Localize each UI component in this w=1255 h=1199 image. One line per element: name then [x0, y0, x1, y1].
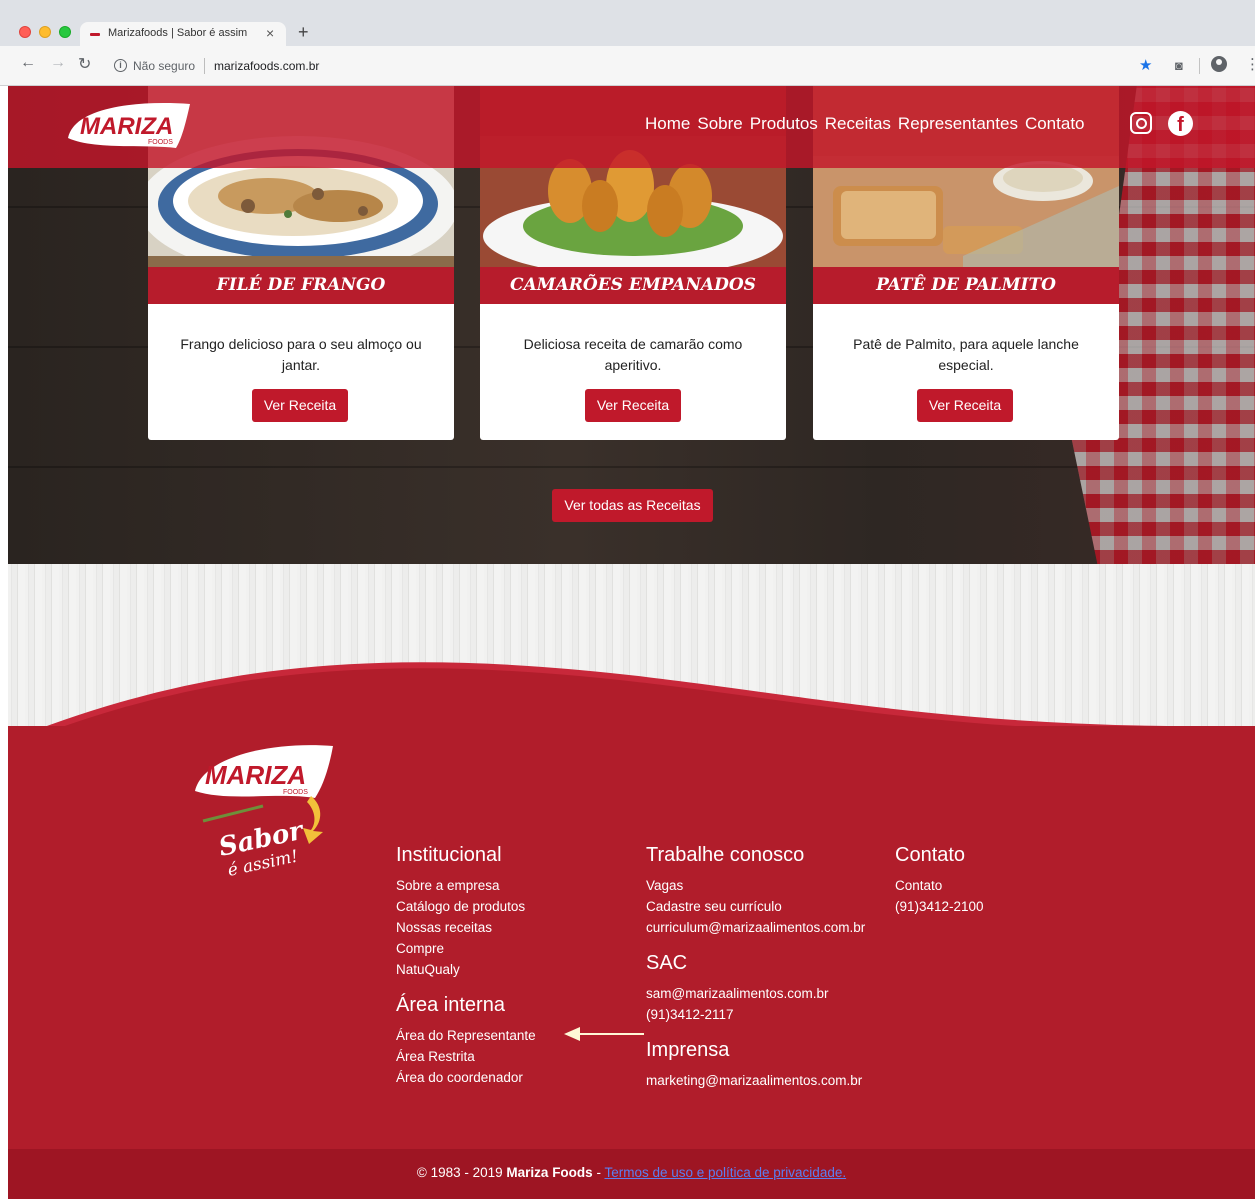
recipe-description: Patê de Palmito, para aquele lanche espe…	[853, 336, 1079, 373]
footer-heading: SAC	[646, 952, 688, 974]
info-icon[interactable]: i	[114, 59, 127, 72]
logo-text: MARIZA	[80, 113, 173, 140]
ver-todas-receitas-button[interactable]: Ver todas as Receitas	[552, 489, 713, 522]
footer-link-sac-phone[interactable]: (91)3412-2117	[646, 1004, 865, 1025]
footer-heading: Trabalhe conosco	[646, 844, 805, 866]
window-close-icon[interactable]	[19, 26, 31, 38]
tab-close-icon[interactable]: ×	[266, 25, 274, 41]
tab-title: Marizafoods | Sabor é assim	[108, 27, 248, 39]
instagram-icon[interactable]	[1130, 112, 1152, 134]
footer-col-trabalhe: Trabalhe conosco Vagas Cadastre seu curr…	[646, 844, 865, 1091]
footer-logo: MARIZA FOODS Sabor é assim!	[195, 745, 333, 881]
footer-col-contato: Contato Contato (91)3412-2100	[895, 844, 984, 917]
main-nav: Home Sobre Produtos Receitas Representan…	[645, 114, 1085, 134]
reload-icon[interactable]: ↻	[78, 54, 91, 74]
footer-link-natuqualy[interactable]: NatuQualy	[396, 959, 536, 980]
footer-link-sobre-empresa[interactable]: Sobre a empresa	[396, 875, 536, 896]
mariza-logo[interactable]: MARIZA FOODS	[64, 98, 194, 154]
recipe-title: PATÊ DE PALMITO	[813, 267, 1119, 304]
footer-heading: Área interna	[396, 994, 505, 1016]
footer-link-imprensa-email[interactable]: marketing@marizaalimentos.com.br	[646, 1070, 865, 1091]
footer-link-catalogo[interactable]: Catálogo de produtos	[396, 896, 536, 917]
logo-subtext: FOODS	[148, 139, 173, 146]
url-separator	[204, 58, 205, 74]
terms-link[interactable]: Termos de uso e política de privacidade.	[604, 1165, 846, 1180]
window-minimize-icon[interactable]	[39, 26, 51, 38]
footer-link-receitas[interactable]: Nossas receitas	[396, 917, 536, 938]
copyright-bar: © 1983 - 2019 Mariza Foods - Termos de u…	[8, 1149, 1255, 1199]
footer-link-curriculum-email[interactable]: curriculum@marizaalimentos.com.br	[646, 917, 865, 938]
security-label: Não seguro	[133, 59, 196, 73]
bookmark-star-icon[interactable]: ★	[1139, 56, 1152, 74]
back-arrow-icon[interactable]: ←	[20, 54, 36, 72]
footer-link-contato-phone[interactable]: (91)3412-2100	[895, 896, 984, 917]
footer-logo-text: MARIZA	[205, 760, 306, 790]
nav-contato[interactable]: Contato	[1025, 114, 1085, 134]
footer-link-contato[interactable]: Contato	[895, 875, 984, 896]
recipe-title: FILÉ DE FRANGO	[148, 267, 454, 304]
footer-col-institucional: Institucional Sobre a empresa Catálogo d…	[396, 844, 536, 1088]
camera-icon[interactable]: ◙	[1175, 58, 1183, 73]
copyright-dash: -	[592, 1165, 605, 1180]
nav-representantes[interactable]: Representantes	[898, 114, 1018, 134]
nav-produtos[interactable]: Produtos	[750, 114, 818, 134]
ver-receita-button[interactable]: Ver Receita	[917, 389, 1013, 422]
site-header: MARIZA FOODS Home Sobre Produtos Receita…	[8, 86, 1255, 168]
annotation-arrow-icon	[564, 1027, 644, 1041]
footer-link-compre[interactable]: Compre	[396, 938, 536, 959]
nav-home[interactable]: Home	[645, 114, 690, 134]
footer-link-vagas[interactable]: Vagas	[646, 875, 865, 896]
url-field[interactable]: i Não seguro marizafoods.com.br	[104, 54, 1216, 78]
recipe-description: Frango delicioso para o seu almoço ou ja…	[180, 336, 422, 373]
footer-heading: Imprensa	[646, 1039, 730, 1061]
footer-link-area-coordenador[interactable]: Área do coordenador	[396, 1067, 536, 1088]
footer-heading: Institucional	[396, 844, 502, 866]
browser-tab[interactable]: Marizafoods | Sabor é assim ×	[80, 22, 286, 46]
forward-arrow-icon[interactable]: →	[50, 54, 66, 72]
favicon-icon	[90, 33, 100, 36]
url-text[interactable]: marizafoods.com.br	[214, 59, 319, 73]
footer-link-curriculo[interactable]: Cadastre seu currículo	[646, 896, 865, 917]
footer-link-sac-email[interactable]: sam@marizaalimentos.com.br	[646, 983, 865, 1004]
recipe-description: Deliciosa receita de camarão como aperit…	[523, 336, 743, 373]
facebook-icon[interactable]: f	[1168, 111, 1193, 136]
window-zoom-icon[interactable]	[59, 26, 71, 38]
wood-plank-line	[8, 466, 1255, 468]
footer-link-area-restrita[interactable]: Área Restrita	[396, 1046, 536, 1067]
recipe-title: CAMARÕES EMPANADOS	[480, 267, 786, 304]
menu-icon[interactable]: ⋮	[1245, 55, 1255, 73]
new-tab-button[interactable]: +	[298, 22, 309, 43]
toolbar-divider	[1199, 58, 1200, 74]
address-bar: ← → ↻ i Não seguro marizafoods.com.br ★ …	[0, 46, 1255, 86]
footer-logo-subtext: FOODS	[283, 789, 308, 796]
ver-receita-button[interactable]: Ver Receita	[585, 389, 681, 422]
ver-receita-button[interactable]: Ver Receita	[252, 389, 348, 422]
footer-heading: Contato	[895, 844, 966, 866]
copyright-prefix: © 1983 - 2019	[416, 1165, 507, 1180]
page: FILÉ DE FRANGO Frango delicioso para o s…	[8, 86, 1255, 1199]
browser-tab-bar: Marizafoods | Sabor é assim × +	[0, 0, 1255, 46]
footer-link-area-representante[interactable]: Área do Representante	[396, 1025, 536, 1046]
nav-receitas[interactable]: Receitas	[825, 114, 891, 134]
nav-sobre[interactable]: Sobre	[697, 114, 742, 134]
copyright-brand: Mariza Foods	[506, 1165, 593, 1180]
profile-icon[interactable]	[1211, 56, 1227, 72]
